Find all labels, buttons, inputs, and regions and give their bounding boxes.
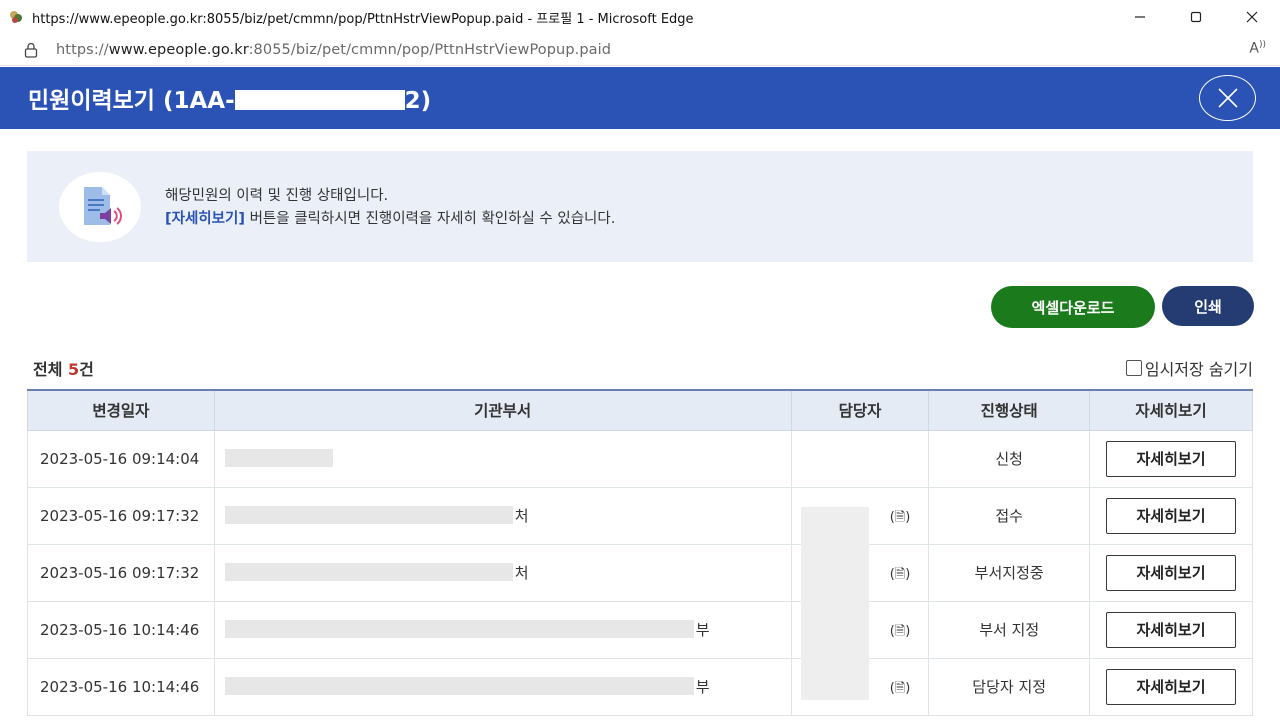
window-title: https://www.epeople.go.kr:8055/biz/pet/c… [32,11,694,27]
site-favicon-icon [10,11,22,23]
cell-detail: 자세히보기 [1089,486,1253,545]
table-header-row: 변경일자 기관부서 담당자 진행상태 자세히보기 [27,389,1253,431]
cell-org: 부 [213,657,792,716]
table-row: 2023-05-16 10:14:46 부 (🗎) 담당자 지정 자세히보기 [27,657,1253,716]
table-row: 2023-05-16 09:14:04 신청 자세히보기 [27,429,1253,488]
cell-detail: 자세히보기 [1089,600,1253,659]
redacted-org [224,620,694,638]
detail-view-button[interactable]: 자세히보기 [1106,497,1237,534]
document-icon[interactable]: (🗎) [890,565,911,587]
col-header-manager: 담당자 [790,389,930,431]
redacted-org [224,449,333,467]
url-text: https://www.epeople.go.kr:8055/biz/pet/c… [56,41,612,58]
detail-view-button[interactable]: 자세히보기 [1106,611,1237,648]
table-row: 2023-05-16 09:17:32 처 (🗎) 부서지정중 자세히보기 [27,543,1253,602]
checkbox-icon[interactable] [1125,360,1142,376]
info-text: 해당민원의 이력 및 진행 상태입니다. [자세히보기] 버튼을 클릭하시면 진… [165,188,616,227]
window-controls [1112,0,1280,34]
col-header-detail: 자세히보기 [1089,389,1253,431]
lock-icon [24,42,38,58]
cell-date: 2023-05-16 09:17:32 [27,486,215,545]
col-header-date: 변경일자 [27,389,215,431]
detail-view-button[interactable]: 자세히보기 [1106,668,1237,705]
cell-date: 2023-05-16 10:14:46 [27,657,215,716]
print-button[interactable]: 인쇄 [1162,286,1254,326]
info-box: 해당민원의 이력 및 진행 상태입니다. [자세히보기] 버튼을 클릭하시면 진… [27,151,1253,262]
col-header-status: 진행상태 [928,389,1091,431]
minimize-button[interactable] [1112,0,1168,34]
cell-status: 담당자 지정 [928,657,1091,716]
cell-status: 부서 지정 [928,600,1091,659]
document-speaker-icon [59,172,141,242]
close-icon [1217,88,1238,108]
cell-detail: 자세히보기 [1089,429,1253,488]
read-aloud-icon[interactable]: A)) [1249,40,1266,57]
cell-org: 처 [213,543,792,602]
history-table: 변경일자 기관부서 담당자 진행상태 자세히보기 2023-05-16 09:1… [27,389,1253,716]
window-close-button[interactable] [1224,0,1280,34]
cell-status: 신청 [928,429,1091,488]
cell-status: 접수 [928,486,1091,545]
window-titlebar: https://www.epeople.go.kr:8055/biz/pet/c… [0,0,1280,34]
address-bar[interactable]: https://www.epeople.go.kr:8055/biz/pet/c… [0,34,1280,66]
document-icon[interactable]: (🗎) [890,679,911,701]
popup-header: 민원이력보기 (1AA- 2) [0,67,1280,129]
document-icon[interactable]: (🗎) [890,508,911,530]
maximize-button[interactable] [1168,0,1224,34]
cell-manager [790,429,930,488]
redacted-org [224,677,694,695]
redacted-manager-names [801,507,869,700]
cell-org: 처 [213,486,792,545]
popup-title: 민원이력보기 (1AA- 2) [28,88,432,114]
redacted-org [224,506,513,524]
cell-date: 2023-05-16 09:17:32 [27,543,215,602]
cell-detail: 자세히보기 [1089,657,1253,716]
redacted-org [224,563,513,581]
table-row: 2023-05-16 09:17:32 처 (🗎) 접수 자세히보기 [27,486,1253,545]
popup-close-button[interactable] [1199,75,1256,121]
detail-view-button[interactable]: 자세히보기 [1106,440,1237,477]
cell-date: 2023-05-16 10:14:46 [27,600,215,659]
table-row: 2023-05-16 10:14:46 부 (🗎) 부서 지정 자세히보기 [27,600,1253,659]
document-icon[interactable]: (🗎) [890,622,911,644]
col-header-org: 기관부서 [213,389,792,431]
excel-download-button[interactable]: 엑셀다운로드 [991,286,1155,328]
cell-detail: 자세히보기 [1089,543,1253,602]
minimize-icon [1135,16,1145,18]
close-icon [1246,11,1258,23]
detail-view-button[interactable]: 자세히보기 [1106,554,1237,591]
cell-status: 부서지정중 [928,543,1091,602]
cell-org: 부 [213,600,792,659]
maximize-icon [1190,11,1202,23]
cell-org [213,429,792,488]
total-count: 전체 5건 [33,360,94,379]
hide-temp-save-checkbox[interactable]: 임시저장 숨기기 [1125,356,1253,380]
cell-date: 2023-05-16 09:14:04 [27,429,215,488]
redacted-number [234,90,405,110]
